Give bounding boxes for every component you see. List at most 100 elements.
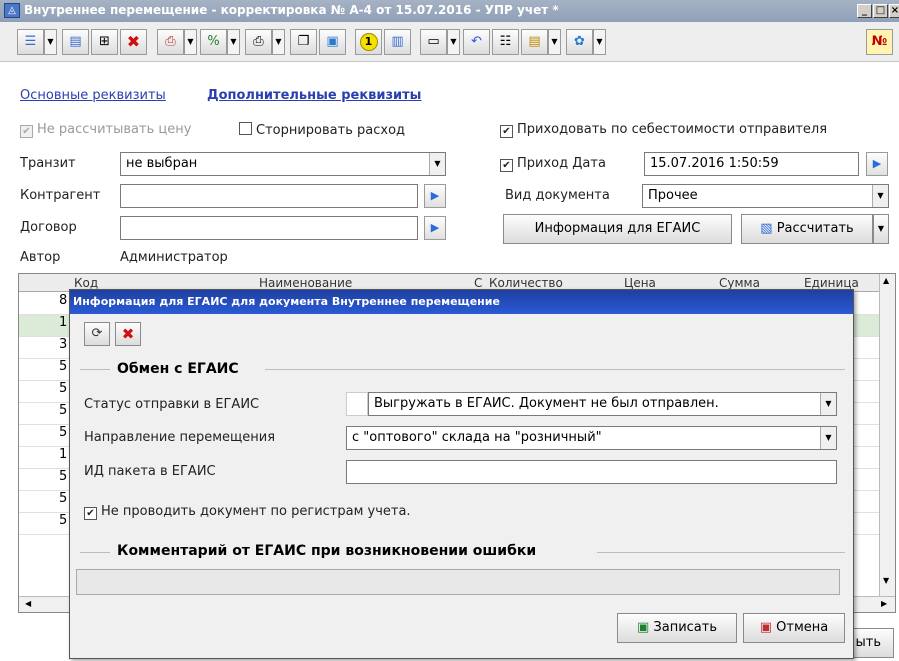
number-icon[interactable]: № [866, 29, 893, 55]
chevron-down-icon[interactable]: ▼ [429, 153, 445, 175]
save-icon: ▣ [636, 620, 650, 635]
card-dropdown-arrow[interactable]: ▼ [447, 29, 460, 55]
direction-value: с "оптового" склада на "розничный" [352, 430, 602, 445]
percent-dropdown-arrow[interactable]: ▼ [227, 29, 240, 55]
col-code[interactable]: Код [74, 276, 98, 290]
doc-type-value: Прочее [648, 188, 698, 203]
scroll-down-icon[interactable]: ▼ [883, 576, 889, 585]
calculate-dropdown[interactable]: ▼ [873, 214, 889, 244]
col-name[interactable]: Наименование [259, 276, 352, 290]
scroll-up-icon[interactable]: ▲ [883, 276, 889, 285]
row-code: 5 [59, 359, 68, 374]
direction-select[interactable]: с "оптового" склада на "розничный" ▼ [346, 426, 837, 450]
transit-select[interactable]: не выбран ▼ [120, 152, 446, 176]
section-divider [597, 552, 845, 553]
status-label: Статус отправки в ЕГАИС [84, 397, 260, 412]
maximize-button[interactable]: □ [873, 4, 888, 18]
scroll-left-icon[interactable]: ◀ [25, 599, 31, 608]
package-id-label: ИД пакета в ЕГАИС [84, 464, 216, 479]
list-dropdown-arrow[interactable]: ▼ [44, 29, 57, 55]
col-unit[interactable]: Единица [804, 276, 859, 290]
contractor-arrow-button[interactable]: ▶ [424, 184, 446, 208]
row-code: 1 [59, 315, 68, 330]
status-value: Выгружать в ЕГАИС. Документ не был отпра… [374, 396, 719, 411]
cancel-label: Отмена [776, 620, 829, 635]
book-icon[interactable]: ▥ [384, 29, 411, 55]
table-icon[interactable]: ▤ [62, 29, 89, 55]
transit-label: Транзит [20, 156, 76, 171]
vertical-scrollbar[interactable]: ▲ ▼ [879, 274, 895, 596]
direction-label: Направление перемещения [84, 430, 276, 445]
image-icon[interactable]: ▣ [319, 29, 346, 55]
col-sum[interactable]: Сумма [719, 276, 760, 290]
delete-icon[interactable]: ✖ [120, 29, 147, 55]
no-post-checkbox[interactable]: ✔ Не проводить документ по регистрам учет… [84, 504, 411, 520]
dialog-delete-button[interactable]: ✖ [115, 322, 141, 346]
close-button-label: ыть [855, 635, 882, 650]
globe-icon[interactable]: ✿ [566, 29, 593, 55]
undo-icon[interactable]: ↶ [463, 29, 490, 55]
doc-dropdown-arrow[interactable]: ▼ [184, 29, 197, 55]
chevron-down-icon[interactable]: ▼ [872, 185, 888, 207]
info-circle-icon[interactable]: 1 [355, 29, 382, 55]
refresh-button[interactable]: ⟳ [84, 322, 110, 346]
delete-icon: ✖ [121, 325, 135, 343]
row-code: 5 [59, 491, 68, 506]
income-date-checkbox[interactable]: ✔ Приход Дата [500, 156, 606, 172]
contract-field[interactable] [120, 216, 418, 240]
window-title: Внутреннее перемещение - корректировка №… [24, 3, 559, 17]
contractor-field[interactable] [120, 184, 418, 208]
col-s[interactable]: С [474, 276, 482, 290]
row-code: 5 [59, 425, 68, 440]
section-divider [265, 369, 845, 370]
date-arrow-button[interactable]: ▶ [866, 152, 888, 176]
status-color-box [346, 392, 368, 416]
calculate-icon: ▧ [760, 221, 773, 236]
no-price-label: Не рассчитывать цену [37, 122, 192, 137]
no-price-checkbox[interactable]: ✔ Не рассчитывать цену [20, 122, 191, 138]
comment-field[interactable] [76, 569, 840, 595]
cost-sender-checkbox[interactable]: ✔ Приходовать по себестоимости отправител… [500, 122, 827, 138]
refresh-icon: ⟳ [91, 326, 103, 341]
printer-dropdown-arrow[interactable]: ▼ [272, 29, 285, 55]
package-id-field[interactable] [346, 460, 837, 484]
checkmark-icon: ✔ [500, 125, 513, 138]
printer-icon[interactable]: ⎙ [245, 29, 272, 55]
briefcase-icon[interactable]: ▤ [521, 29, 548, 55]
globe-dropdown-arrow[interactable]: ▼ [593, 29, 606, 55]
minimize-button[interactable]: _ [857, 4, 872, 18]
col-price[interactable]: Цена [624, 276, 656, 290]
scroll-right-icon[interactable]: ▶ [881, 599, 887, 608]
checkmark-icon: ✔ [20, 125, 33, 138]
briefcase-dropdown-arrow[interactable]: ▼ [548, 29, 561, 55]
storno-label: Сторнировать расход [256, 123, 406, 138]
income-date-label: Приход Дата [517, 156, 606, 171]
list-icon[interactable]: ☰ [17, 29, 44, 55]
card-icon[interactable]: ▭ [420, 29, 447, 55]
calculate-button[interactable]: ▧ Рассчитать [741, 214, 873, 244]
print-doc-icon[interactable]: ⎙ [157, 29, 184, 55]
cancel-icon: ▣ [759, 620, 773, 635]
cancel-button[interactable]: ▣ Отмена [743, 613, 845, 643]
copy-icon[interactable]: ❐ [290, 29, 317, 55]
egais-info-button[interactable]: Информация для ЕГАИС [503, 214, 732, 244]
tab-main-requisites[interactable]: Основные реквизиты [20, 88, 166, 103]
columns-icon[interactable]: ☷ [492, 29, 519, 55]
chevron-down-icon[interactable]: ▼ [820, 427, 836, 449]
chevron-down-icon[interactable]: ▼ [820, 393, 836, 415]
storno-checkbox[interactable]: Сторнировать расход [239, 122, 405, 138]
save-button[interactable]: ▣ Записать [617, 613, 737, 643]
percent-icon[interactable]: % [200, 29, 227, 55]
row-code: 3 [59, 337, 68, 352]
save-label: Записать [653, 620, 718, 635]
contract-arrow-button[interactable]: ▶ [424, 216, 446, 240]
new-doc-icon[interactable]: ⊞ [91, 29, 118, 55]
close-window-button[interactable]: × [889, 4, 899, 18]
tab-additional-requisites[interactable]: Дополнительные реквизиты [207, 88, 421, 103]
author-value: Администратор [120, 250, 228, 265]
col-qty[interactable]: Количество [489, 276, 563, 290]
status-select[interactable]: Выгружать в ЕГАИС. Документ не был отпра… [368, 392, 837, 416]
income-date-field[interactable]: 15.07.2016 1:50:59 [644, 152, 859, 176]
contract-label: Договор [20, 220, 77, 235]
doc-type-select[interactable]: Прочее ▼ [642, 184, 889, 208]
